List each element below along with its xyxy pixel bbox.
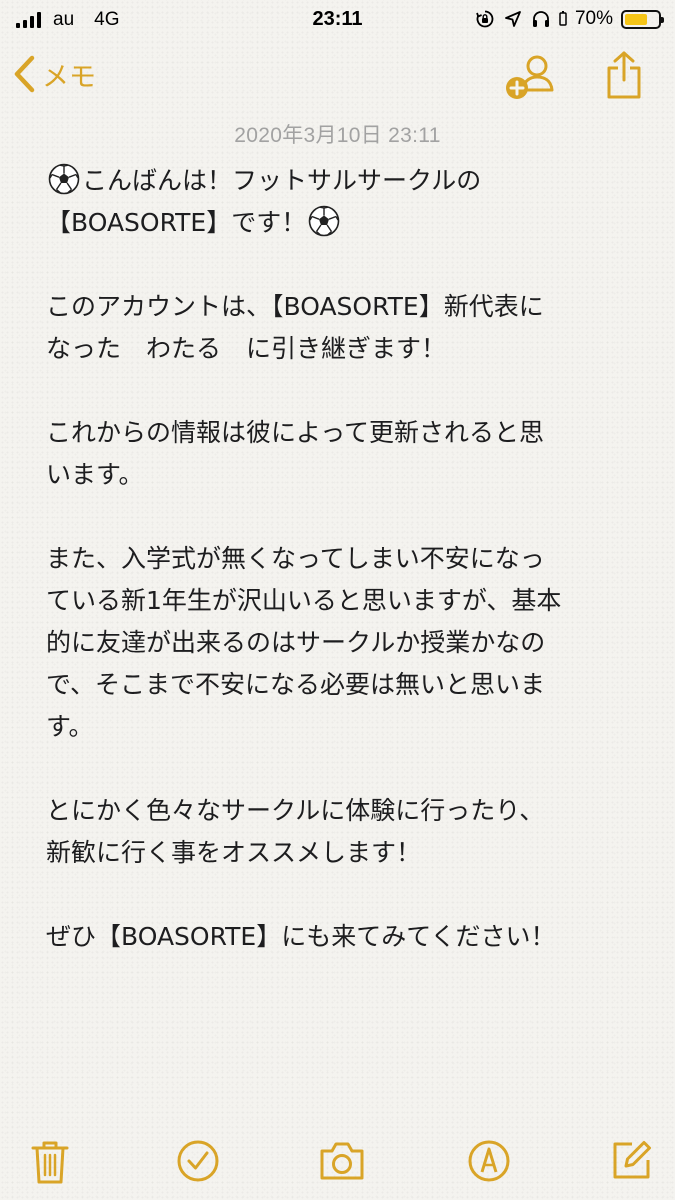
status-bar: au 4G 23:11 70% xyxy=(0,0,675,40)
note-paragraph: また、入学式が無くなってしまい不安になっ ている新1年生が沢山いると思いますが、… xyxy=(46,544,562,741)
note-body[interactable]: こんばんは！フットサルサークルの 【BOASORTE】です！ このアカウントは、【… xyxy=(46,160,646,958)
note-paragraph: これからの情報は彼によって更新されると思 います。 xyxy=(46,418,545,489)
note-paragraph: こんばんは！フットサルサークルの 【BOASORTE】です！ xyxy=(46,160,646,244)
markup-icon[interactable] xyxy=(466,1138,512,1184)
battery-percent: 70% xyxy=(574,8,613,29)
headphones-icon xyxy=(532,11,549,27)
battery-icon xyxy=(621,9,664,29)
status-right: 70% xyxy=(475,8,664,30)
back-label: メモ xyxy=(42,61,96,93)
soccer-ball-icon xyxy=(48,163,80,195)
chevron-left-icon xyxy=(14,55,35,93)
location-icon xyxy=(505,11,521,27)
checklist-icon[interactable] xyxy=(175,1138,221,1184)
compose-icon[interactable] xyxy=(610,1138,654,1182)
battery-saver-indicator-icon xyxy=(559,11,567,26)
battery-fill xyxy=(625,13,648,25)
share-icon[interactable] xyxy=(604,50,644,102)
add-person-icon[interactable] xyxy=(504,52,560,104)
note-paragraph: とにかく色々なサークルに体験に行ったり、 新歓に行く事をオススメします！ xyxy=(46,796,545,867)
camera-icon[interactable] xyxy=(318,1138,366,1182)
trash-icon[interactable] xyxy=(30,1138,70,1186)
note-date: 2020年3月10日 23:11 xyxy=(234,124,441,147)
back-button[interactable]: メモ xyxy=(12,54,96,94)
note-paragraph: ぜひ【BOASORTE】にも来てみてください！ xyxy=(46,922,556,951)
bottom-toolbar xyxy=(0,1130,675,1190)
orientation-lock-icon xyxy=(476,10,494,28)
soccer-ball-icon xyxy=(308,205,340,237)
nav-bar: メモ xyxy=(0,44,675,108)
note-paragraph: このアカウントは、【BOASORTE】新代表に なった わたる に引き継ぎます！ xyxy=(46,292,544,363)
